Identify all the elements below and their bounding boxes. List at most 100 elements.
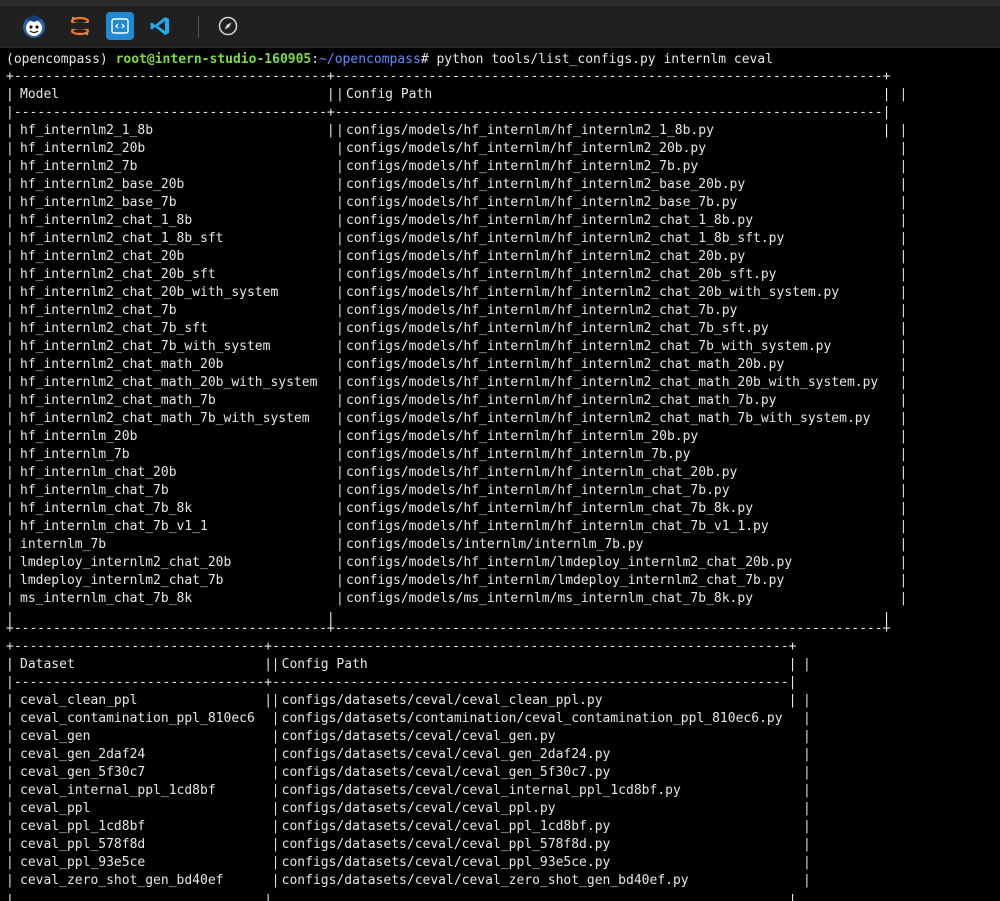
table-border: |: [6, 375, 14, 390]
table-border: |: [899, 501, 908, 516]
table-border: |: [336, 123, 344, 138]
cell-path: configs/models/hf_internlm/hf_internlm2_…: [346, 249, 746, 264]
cell-name: ceval_ppl_1cd8bf: [20, 819, 146, 834]
table-border: |: [899, 465, 908, 480]
table-border: |: [336, 393, 344, 408]
table-row: | hf_internlm2_chat_math_20b_with_system |…: [0, 374, 1000, 392]
cell-path: configs/models/hf_internlm/hf_internlm2_…: [346, 321, 769, 336]
title-strip: [0, 0, 1000, 6]
table-border: |: [802, 711, 811, 726]
table-border: |: [6, 285, 14, 300]
models-table-header-separator: |---------------------------------------…: [6, 105, 891, 120]
cell-name: ceval_contamination_ppl_810ec6: [20, 711, 255, 726]
table-row: | ceval_gen_2daf24 | configs/datasets/ceval…: [0, 746, 1000, 764]
table-border: |: [899, 411, 908, 426]
cell-name: hf_internlm2_chat_1_8b_sft: [20, 231, 224, 246]
table-row: | hf_internlm2_chat_math_20b | configs/mode…: [0, 356, 1000, 374]
table-row: | lmdeploy_internlm2_chat_20b | configs/mod…: [0, 554, 1000, 572]
table-border: |: [271, 873, 280, 888]
datasets-table-header-row: | Dataset | Config Path |: [0, 656, 1000, 674]
table-border: |: [899, 519, 908, 534]
cell-name: hf_internlm_20b: [20, 429, 138, 444]
table-row: | hf_internlm2_chat_math_7b | configs/model…: [0, 392, 1000, 410]
datasets-table-border-top: +--------------------------------+------…: [6, 639, 797, 654]
jupyter-icon[interactable]: [66, 12, 94, 40]
cell-name: hf_internlm2_chat_math_7b_with_system: [20, 411, 310, 426]
cell-path: configs/datasets/ceval/ceval_internal_pp…: [281, 783, 681, 798]
table-border: |: [336, 87, 344, 102]
table-border: |: [6, 465, 14, 480]
cell-path: configs/models/hf_internlm/hf_internlm2_…: [346, 357, 785, 372]
cell-path: configs/models/hf_internlm/hf_internlm2_…: [346, 375, 879, 390]
table-border: |: [6, 321, 14, 336]
cell-path: configs/datasets/ceval/ceval_gen_5f30c7.…: [281, 765, 611, 780]
table-border: |: [336, 195, 344, 210]
table-row: | hf_internlm_chat_20b | configs/models/hf_…: [0, 464, 1000, 482]
prompt-path: ~/opencompass: [319, 52, 421, 67]
table-border: |: [336, 267, 344, 282]
cell-name: ceval_zero_shot_gen_bd40ef: [20, 873, 224, 888]
table-border: |: [6, 357, 14, 372]
table-border: |: [6, 573, 14, 588]
table-row: | hf_internlm2_chat_7b_with_system | config…: [0, 338, 1000, 356]
app-toolbar: [0, 0, 1000, 48]
intern-logo-icon[interactable]: [20, 12, 48, 40]
cell-name: hf_internlm_chat_7b: [20, 483, 169, 498]
table-border: |: [6, 819, 14, 834]
cell-name: hf_internlm_7b: [20, 447, 130, 462]
table-border: |: [6, 591, 14, 606]
table-border: |: [899, 393, 908, 408]
table-row: | hf_internlm_chat_7b | configs/models/hf_i…: [0, 482, 1000, 500]
cell-path: configs/models/hf_internlm/hf_internlm2_…: [346, 213, 754, 228]
command-line: (opencompass) root@intern-studio-160905:…: [6, 51, 773, 69]
toolbar-separator: [198, 16, 199, 38]
terminal-output[interactable]: (opencompass) root@intern-studio-160905:…: [0, 50, 1000, 901]
table-border: |: [899, 87, 908, 102]
table-border: |: [899, 303, 908, 318]
cell-name: ms_internlm_chat_7b_8k: [20, 591, 193, 606]
table-border: |: [802, 729, 811, 744]
code-tab-icon[interactable]: [106, 12, 134, 40]
cell-name: hf_internlm_chat_7b_8k: [20, 501, 193, 516]
table-row: | hf_internlm2_chat_20b_sft | configs/model…: [0, 266, 1000, 284]
table-row: | hf_internlm2_chat_1_8b_sft | configs/mode…: [0, 230, 1000, 248]
table-border: |: [802, 783, 811, 798]
table-border: |: [6, 711, 14, 726]
table-border: |: [6, 483, 14, 498]
cell-name: hf_internlm_chat_20b: [20, 465, 177, 480]
table-border: |: [6, 855, 14, 870]
table-row: | ceval_ppl_1cd8bf | configs/datasets/ceval…: [0, 818, 1000, 836]
table-border: |: [6, 657, 14, 672]
cell-path: configs/models/hf_internlm/lmdeploy_inte…: [346, 573, 785, 588]
table-row: | ceval_gen_5f30c7 | configs/datasets/ceval…: [0, 764, 1000, 782]
cell-name: ceval_gen: [20, 729, 91, 744]
table-row: | ceval_contamination_ppl_810ec6 | configs/…: [0, 710, 1000, 728]
table-border: |: [336, 519, 344, 534]
table-border: |: [899, 573, 908, 588]
table-border: |: [6, 447, 14, 462]
table-border: |: [899, 375, 908, 390]
table-row: | ceval_ppl_93e5ce | configs/datasets/ceval…: [0, 854, 1000, 872]
compass-icon[interactable]: [214, 12, 242, 40]
cell-name: hf_internlm2_base_7b: [20, 195, 177, 210]
cell-name: ceval_internal_ppl_1cd8bf: [20, 783, 216, 798]
table-border: |: [6, 747, 14, 762]
datasets-table-header-separator: |--------------------------------+------…: [6, 675, 797, 690]
table-border: |: [336, 177, 344, 192]
vscode-icon[interactable]: [146, 12, 174, 40]
table-border: |: [802, 873, 811, 888]
table-border: |: [336, 537, 344, 552]
table-border: |: [802, 765, 811, 780]
table-border: |: [899, 447, 908, 462]
table-border: |: [6, 555, 14, 570]
table-border: |: [6, 249, 14, 264]
cell-name: ceval_ppl_93e5ce: [20, 855, 146, 870]
table-border: |: [336, 465, 344, 480]
table-row: | hf_internlm2_chat_math_7b_with_system | c…: [0, 410, 1000, 428]
table-border: |: [6, 729, 14, 744]
table-row: | hf_internlm2_chat_7b | configs/models/hf_…: [0, 302, 1000, 320]
cell-path: Config Path: [281, 657, 368, 672]
table-border: |: [271, 729, 280, 744]
cell-path: configs/models/hf_internlm/hf_internlm2_…: [346, 123, 714, 138]
table-border: |: [336, 141, 344, 156]
